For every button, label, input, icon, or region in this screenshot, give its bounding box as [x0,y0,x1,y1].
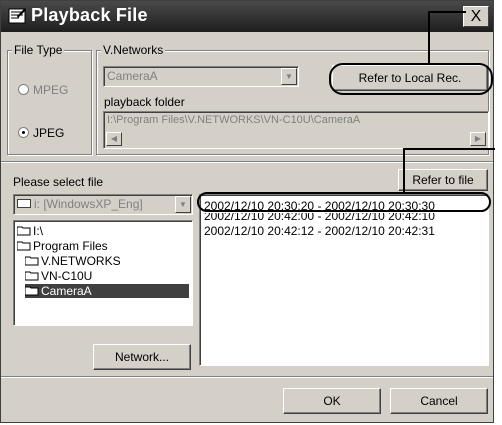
selected-file-callout [197,192,491,212]
radio-mpeg[interactable]: MPEG [18,83,68,97]
open-folder-icon [25,286,39,296]
ok-button[interactable]: OK [283,388,381,414]
chevron-down-icon[interactable]: ▼ [281,68,297,85]
open-folder-icon [17,226,31,236]
close-icon: X [470,8,482,25]
callout-line-vertical-2 [403,148,405,195]
drive-combo[interactable]: i: [WindowsXP_Eng] ▼ [13,194,193,215]
v-networks-group-title: V.Networks [101,43,166,57]
network-button-label: Network... [114,350,169,364]
tree-item-camera-a[interactable]: CameraA [25,284,189,298]
file-list[interactable]: 2002/12/10 20:30:20 - 2002/12/10 20:30:3… [199,194,489,366]
radio-mpeg-indicator [18,84,29,95]
tree-item-v-networks[interactable]: V.NETWORKS [25,254,121,268]
scroll-right-icon[interactable]: ▶ [470,132,486,146]
playback-app-icon [8,8,26,24]
playback-folder-value: I:\Program Files\V.NETWORKS\VN-C10U\Came… [107,114,361,126]
refer-to-file-button[interactable]: Refer to file [398,169,488,191]
tree-item-vn-c10u[interactable]: VN-C10U [25,269,92,283]
tree-item-label: CameraA [41,284,92,298]
tree-item-label: I:\ [33,224,44,238]
cancel-button-label: Cancel [420,394,458,408]
tree-item-label: V.NETWORKS [41,254,121,268]
callout-line-horizontal-1 [428,11,466,13]
folder-tree[interactable]: I:\ Program Files V.NETWORKS VN-C10U Cam… [13,220,193,326]
drive-icon [17,199,31,208]
playback-folder-label: playback folder [104,95,185,109]
cancel-button[interactable]: Cancel [390,388,488,414]
tree-item-program-files[interactable]: Program Files [17,239,108,253]
chevron-down-icon[interactable]: ▼ [175,196,191,213]
callout-line-vertical-1 [428,11,430,64]
radio-mpeg-label: MPEG [33,83,69,97]
open-folder-icon [17,241,31,251]
divider-bottom [1,376,493,378]
tree-item-label: Program Files [33,239,108,253]
tree-item-drive[interactable]: I:\ [17,224,43,238]
open-folder-icon [25,256,39,266]
drive-combo-value: i: [WindowsXP_Eng] [34,197,143,211]
divider-top [1,161,493,163]
radio-jpeg-indicator [18,127,29,138]
select-file-label: Please select file [13,175,104,189]
camera-combo-value: CameraA [107,69,158,83]
file-list-item[interactable]: 2002/12/10 20:42:12 - 2002/12/10 20:42:3… [204,224,435,238]
window-title: Playback File [31,5,148,25]
radio-jpeg-label: JPEG [33,126,65,140]
open-folder-icon [25,271,39,281]
close-button[interactable]: X [463,6,489,27]
playback-file-dialog: Playback File X File Type MPEG JPEG V.Ne… [0,0,495,423]
ok-button-label: OK [323,394,341,408]
refer-local-callout [329,63,493,95]
scroll-left-icon[interactable]: ◀ [106,132,122,146]
title-bar[interactable]: Playback File X [1,1,493,32]
file-type-group-title: File Type [12,43,65,57]
callout-line-horizontal-2 [403,148,495,150]
camera-combo[interactable]: CameraA ▼ [103,66,299,87]
network-button[interactable]: Network... [93,344,191,370]
refer-to-file-label: Refer to file [412,173,474,187]
radio-jpeg[interactable]: JPEG [18,126,64,140]
playback-folder-field[interactable]: I:\Program Files\V.NETWORKS\VN-C10U\Came… [103,111,489,149]
tree-item-label: VN-C10U [41,269,93,283]
file-list-item[interactable]: 2002/12/10 20:42:00 - 2002/12/10 20:42:1… [204,213,435,221]
